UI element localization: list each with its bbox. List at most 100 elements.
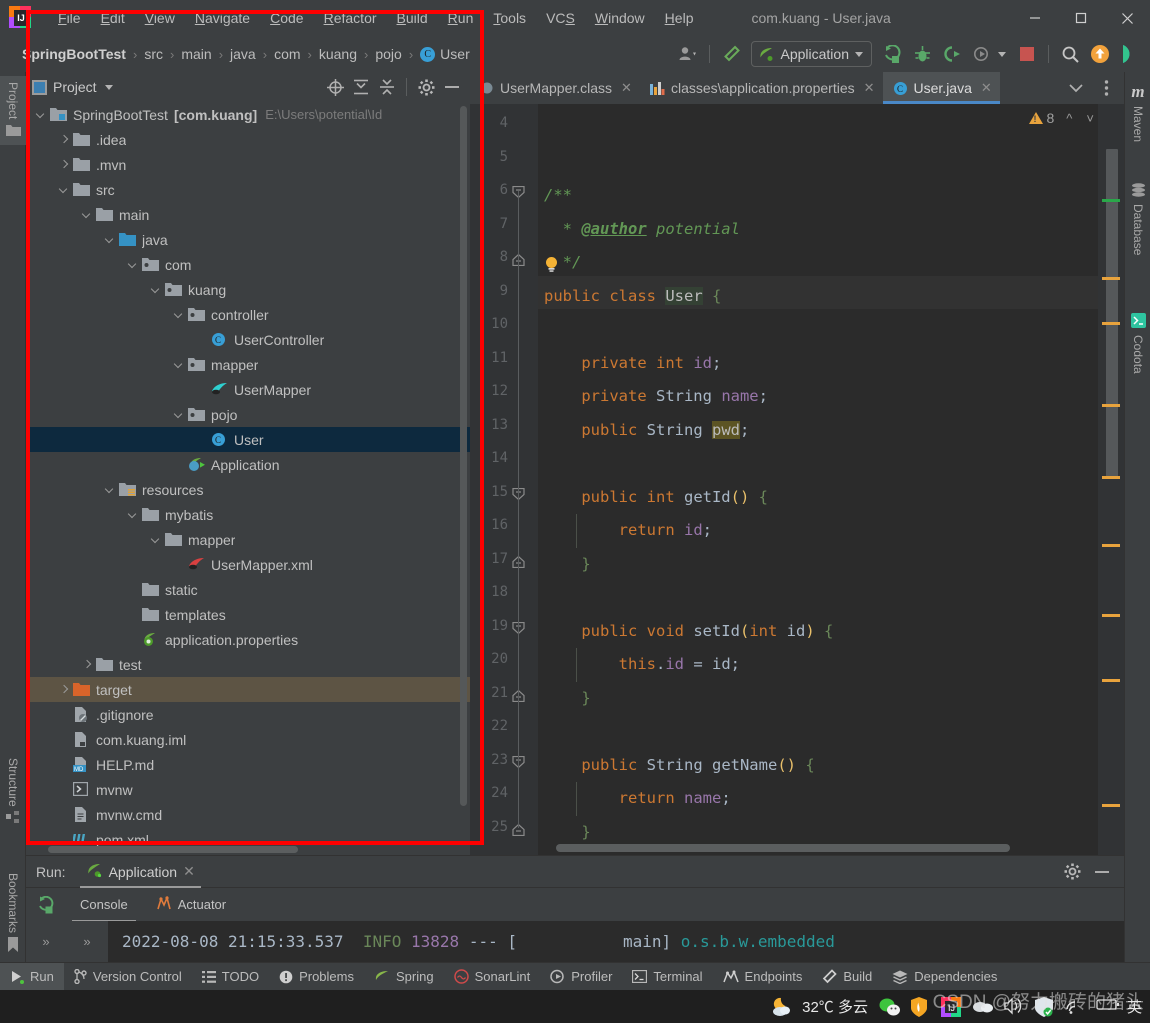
chevron-right-icon[interactable] xyxy=(57,158,71,172)
code-line[interactable]: private int id; xyxy=(544,347,721,381)
error-stripe-mark[interactable] xyxy=(1102,804,1120,807)
tree-node-pojo[interactable]: pojo xyxy=(26,402,470,427)
breadcrumb-item-kuang[interactable]: kuang xyxy=(315,46,361,62)
menu-edit[interactable]: Edit xyxy=(91,6,135,30)
project-tree[interactable]: SpringBootTest [com.kuang] E:\Users\potent… xyxy=(26,102,470,855)
breadcrumb-item-springboottest[interactable]: SpringBootTest xyxy=(18,46,130,62)
code-editor[interactable]: 4 5 6 7 8 9 10 11 12 13 14 15 16 17 18 19 20 21 22 23 24 25 /… xyxy=(470,104,1124,855)
run-configuration-selector[interactable]: Application xyxy=(750,41,872,67)
close-run-tab-icon[interactable]: ✕ xyxy=(183,863,195,880)
close-tab-icon[interactable]: ✕ xyxy=(621,80,632,96)
code-content[interactable]: /** * @author potential */ public class U… xyxy=(538,104,1124,855)
menu-file[interactable]: File xyxy=(48,6,91,30)
tree-node-com[interactable]: com xyxy=(26,252,470,277)
error-stripe-mark[interactable] xyxy=(1102,199,1120,202)
chevron-down-icon[interactable] xyxy=(172,408,186,422)
gear-icon[interactable] xyxy=(414,75,438,99)
project-tree-vertical-scrollbar[interactable] xyxy=(460,106,467,806)
tree-node-java[interactable]: java xyxy=(26,227,470,252)
bottom-bar-item-profiler[interactable]: Profiler xyxy=(540,963,622,991)
code-line[interactable]: * @author potential xyxy=(544,213,740,247)
tree-node-application[interactable]: Application xyxy=(26,452,470,477)
chevron-down-icon[interactable] xyxy=(34,108,48,122)
sidebar-item-maven[interactable]: m Maven xyxy=(1125,76,1150,148)
tree-node-resources[interactable]: resources xyxy=(26,477,470,502)
codota-icon[interactable] xyxy=(1116,40,1144,68)
console-expand-right-icon[interactable]: » xyxy=(66,921,108,962)
tab-list-chevron-icon[interactable] xyxy=(1062,74,1090,102)
error-stripe-mark[interactable] xyxy=(1102,476,1120,479)
chevron-down-icon[interactable] xyxy=(103,233,117,247)
close-tab-icon[interactable]: ✕ xyxy=(981,80,992,96)
editor-tab-usermapper-class[interactable]: UserMapper.class ✕ xyxy=(470,72,640,104)
tree-node-main[interactable]: main xyxy=(26,202,470,227)
hide-panel-icon[interactable] xyxy=(440,75,464,99)
close-button[interactable] xyxy=(1104,0,1150,36)
tree-node-com-kuang-iml[interactable]: com.kuang.iml xyxy=(26,727,470,752)
tree-node-mybatis[interactable]: mybatis xyxy=(26,502,470,527)
breadcrumb-item-user[interactable]: User xyxy=(416,46,474,62)
maximize-button[interactable] xyxy=(1058,0,1104,36)
breadcrumb-item-src[interactable]: src xyxy=(140,46,167,62)
code-line[interactable]: public String pwd; xyxy=(544,414,749,448)
expand-all-icon[interactable] xyxy=(349,75,373,99)
tree-node-kuang[interactable]: kuang xyxy=(26,277,470,302)
tree-node-application-properties[interactable]: application.properties xyxy=(26,627,470,652)
menu-window[interactable]: Window xyxy=(585,6,655,30)
error-stripe-mark[interactable] xyxy=(1102,322,1120,325)
sidebar-item-structure[interactable]: Structure xyxy=(0,752,26,833)
update-project-icon[interactable] xyxy=(1086,40,1114,68)
error-stripe-mark[interactable] xyxy=(1102,679,1120,682)
project-tree-horizontal-scrollbar[interactable] xyxy=(48,846,298,853)
code-line[interactable]: return name; xyxy=(544,782,731,816)
run-button[interactable] xyxy=(878,40,906,68)
error-stripe-mark[interactable] xyxy=(1102,277,1120,280)
error-stripe-mark[interactable] xyxy=(1102,614,1120,617)
chevron-down-icon[interactable] xyxy=(149,283,163,297)
debug-button[interactable] xyxy=(908,40,936,68)
tree-node-mapper[interactable]: mapper xyxy=(26,527,470,552)
code-line[interactable]: private String name; xyxy=(544,380,768,414)
tree-node-usercontroller[interactable]: C UserController xyxy=(26,327,470,352)
collapse-all-icon[interactable] xyxy=(375,75,399,99)
tree-node-target[interactable]: target xyxy=(26,677,470,702)
run-config-tab[interactable]: Application ✕ xyxy=(79,856,202,888)
error-stripe-mark[interactable] xyxy=(1102,404,1120,407)
user-avatar-icon[interactable] xyxy=(674,40,702,68)
sidebar-item-project[interactable]: Project xyxy=(0,76,26,146)
menu-code[interactable]: Code xyxy=(260,6,313,30)
menu-refactor[interactable]: Refactor xyxy=(314,6,387,30)
run-with-coverage-button[interactable] xyxy=(938,40,966,68)
weather-text[interactable]: 32℃ 多云 xyxy=(802,996,868,1017)
chevron-down-icon[interactable] xyxy=(80,208,94,222)
chevron-down-icon[interactable] xyxy=(172,308,186,322)
tree-node-mvnw[interactable]: mvnw xyxy=(26,777,470,802)
inspection-widget[interactable]: 8 ^ ˅ xyxy=(1028,110,1094,126)
tree-node-gitignore[interactable]: .gitignore xyxy=(26,702,470,727)
code-line[interactable]: return id; xyxy=(544,514,712,548)
menu-build[interactable]: Build xyxy=(387,6,438,30)
security-shield-icon[interactable] xyxy=(910,996,930,1017)
tab-actuator[interactable]: Actuator xyxy=(142,888,240,922)
tree-node-src[interactable]: src xyxy=(26,177,470,202)
code-line[interactable]: } xyxy=(544,548,590,582)
bottom-bar-item-terminal[interactable]: Terminal xyxy=(622,963,712,991)
bottom-bar-item-todo[interactable]: TODO xyxy=(192,963,269,991)
code-line[interactable]: public class User { xyxy=(544,280,721,314)
tree-node-springboottest[interactable]: SpringBootTest [com.kuang] E:\Users\potent… xyxy=(26,102,470,127)
profile-dropdown-icon[interactable] xyxy=(998,51,1006,57)
tree-node-static[interactable]: static xyxy=(26,577,470,602)
code-line[interactable]: this.id = id; xyxy=(544,648,740,682)
editor-gutter[interactable]: 4 5 6 7 8 9 10 11 12 13 14 15 16 17 18 19 20 21 22 23 24 25 xyxy=(470,104,538,855)
bottom-bar-item-version-control[interactable]: Version Control xyxy=(64,963,192,991)
minimize-button[interactable] xyxy=(1012,0,1058,36)
console-expand-left-icon[interactable]: » xyxy=(26,921,66,962)
next-problem-icon[interactable]: ˅ xyxy=(1086,111,1094,126)
bottom-bar-item-spring[interactable]: Spring xyxy=(364,963,444,991)
chevron-right-icon[interactable] xyxy=(57,133,71,147)
code-line[interactable]: public void setId(int id) { xyxy=(544,615,833,649)
tree-node-controller[interactable]: controller xyxy=(26,302,470,327)
chevron-down-icon[interactable] xyxy=(103,483,117,497)
tree-node-mapper[interactable]: mapper xyxy=(26,352,470,377)
more-options-icon[interactable] xyxy=(1092,74,1120,102)
